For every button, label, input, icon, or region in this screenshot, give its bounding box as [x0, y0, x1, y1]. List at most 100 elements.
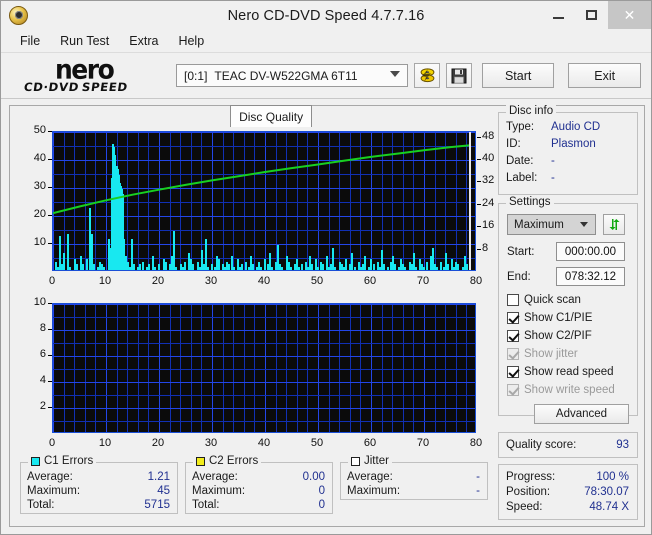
drive-name-label: TEAC DV-W522GMA 6T11 [214, 69, 357, 83]
y-axis-tick [48, 407, 52, 408]
speed-value: 48.74 X [589, 501, 629, 513]
y2-axis-tick [477, 137, 481, 138]
nero-logo-subtitle: CD·DVD SPEED [23, 80, 129, 94]
checkbox-box [507, 330, 519, 342]
disc-info-legend: Disc info [506, 105, 556, 117]
c2-maximum-label: Maximum: [192, 485, 245, 497]
y-axis-tick-label: 40 [24, 152, 46, 164]
x-axis-tick-label: 80 [464, 437, 488, 449]
menu-item-extra[interactable]: Extra [120, 32, 167, 51]
drive-select[interactable]: [0:1] TEAC DV-W522GMA 6T11 [176, 64, 408, 87]
gridline-horizontal [53, 421, 476, 422]
window-controls: ✕ [542, 1, 651, 29]
x-axis-tick-label: 50 [305, 275, 329, 287]
disc-quality-panel: 10203040508162432404801020304050607080 2… [9, 105, 645, 527]
speed-select-value: Maximum [514, 219, 564, 231]
c2-average-label: Average: [192, 471, 238, 483]
x-axis-tick-label: 20 [146, 275, 170, 287]
checkbox-show-c1-pie[interactable]: Show C1/PIE [507, 312, 592, 324]
jitter-average-value: - [476, 471, 480, 483]
jitter-legend: Jitter [348, 455, 392, 467]
x-axis-tick-label: 10 [93, 437, 117, 449]
y2-axis-tick [477, 204, 481, 205]
c2-errors-plot-area [52, 303, 476, 433]
jitter-average-label: Average: [347, 471, 393, 483]
status-panel: Progress: Position: Speed: 100 % 78:30.0… [498, 464, 638, 520]
menu-item-file[interactable]: File [11, 32, 49, 51]
advanced-button[interactable]: Advanced [534, 404, 629, 424]
c1-average-value: 1.21 [148, 471, 170, 483]
x-axis-tick-label: 60 [358, 437, 382, 449]
c2-maximum-value: 0 [319, 485, 325, 497]
title-bar: Nero CD-DVD Speed 4.7.7.16 ✕ [1, 1, 651, 31]
y-axis-tick [48, 329, 52, 330]
gridline-horizontal [53, 382, 476, 383]
jitter-maximum-label: Maximum: [347, 485, 400, 497]
floppy-save-icon[interactable] [446, 63, 472, 88]
disc-label-value: - [551, 172, 555, 184]
jitter-legend-label: Jitter [364, 455, 389, 467]
speed-select[interactable]: Maximum [507, 214, 596, 235]
scan-end-marker [469, 132, 471, 271]
checkbox-box [507, 348, 519, 360]
c1-errors-chart: 10203040508162432404801020304050607080 [12, 124, 498, 294]
x-axis-tick-label: 40 [252, 275, 276, 287]
checkbox-show-read-speed[interactable]: Show read speed [507, 366, 614, 378]
c2-color-swatch [196, 457, 205, 466]
c2-errors-legend-label: C2 Errors [209, 455, 258, 467]
c1-color-swatch [31, 457, 40, 466]
close-icon[interactable]: ✕ [608, 1, 651, 29]
c1-maximum-value: 45 [157, 485, 170, 497]
exit-button[interactable]: Exit [568, 63, 641, 88]
checkbox-show-write-speed: Show write speed [507, 384, 615, 396]
checkbox-label: Show C2/PIF [524, 330, 592, 342]
jitter-stats-group: Jitter Average: Maximum: - - [340, 462, 488, 500]
toolbar: nero CD·DVD SPEED [0:1] TEAC DV-W522GMA … [1, 53, 651, 99]
checkbox-quick-scan[interactable]: Quick scan [507, 294, 581, 306]
quality-score-value: 93 [616, 439, 629, 451]
y-axis-tick-label: 8 [24, 322, 46, 334]
menu-item-help[interactable]: Help [169, 32, 213, 51]
y-axis-tick-label: 10 [24, 296, 46, 308]
nero-cd-dvd-speed-window: Nero CD-DVD Speed 4.7.7.16 ✕ File Run Te… [0, 0, 652, 535]
gridline-horizontal [53, 356, 476, 357]
disc-date-label: Date: [506, 155, 534, 167]
gridline-horizontal [53, 317, 476, 318]
c2-errors-legend: C2 Errors [193, 455, 261, 467]
minimize-icon[interactable] [542, 1, 575, 29]
c1-average-label: Average: [27, 471, 73, 483]
jitter-color-swatch [351, 457, 360, 466]
checkbox-show-c2-pif[interactable]: Show C2/PIF [507, 330, 592, 342]
gridline-horizontal [53, 330, 476, 331]
end-time-field[interactable]: 078:32.12 [556, 267, 625, 286]
start-button[interactable]: Start [482, 63, 555, 88]
start-time-field[interactable]: 000:00.00 [556, 242, 625, 261]
gridline-horizontal [53, 408, 476, 409]
checkbox-label: Show C1/PIE [524, 312, 592, 324]
c1-errors-legend: C1 Errors [28, 455, 96, 467]
quality-score-panel: Quality score: 93 [498, 432, 638, 458]
y2-axis-tick [477, 181, 481, 182]
y-axis-tick [48, 355, 52, 356]
x-axis-tick-label: 70 [411, 275, 435, 287]
y-axis-tick-label: 4 [24, 374, 46, 386]
menu-item-run-test[interactable]: Run Test [51, 32, 118, 51]
checkbox-box [507, 366, 519, 378]
refresh-speed-icon[interactable] [603, 214, 625, 235]
progress-label: Progress: [506, 471, 555, 483]
y-axis-tick-label: 20 [24, 208, 46, 220]
disc-date-value: - [551, 155, 555, 167]
maximize-icon[interactable] [575, 1, 608, 29]
c2-errors-stats-group: C2 Errors Average: Maximum: Total: 0.00 … [185, 462, 333, 514]
checkbox-box [507, 294, 519, 306]
x-axis-tick-label: 70 [411, 437, 435, 449]
disc-speed-icon[interactable] [414, 63, 440, 88]
y2-axis-tick [477, 226, 481, 227]
c1-errors-plot-area [52, 131, 476, 271]
c2-total-label: Total: [192, 499, 220, 511]
checkbox-box [507, 384, 519, 396]
y-axis-tick [48, 215, 52, 216]
tab-disc-quality[interactable]: Disc Quality [230, 105, 312, 127]
progress-value: 100 % [596, 471, 629, 483]
x-axis-tick-label: 10 [93, 275, 117, 287]
